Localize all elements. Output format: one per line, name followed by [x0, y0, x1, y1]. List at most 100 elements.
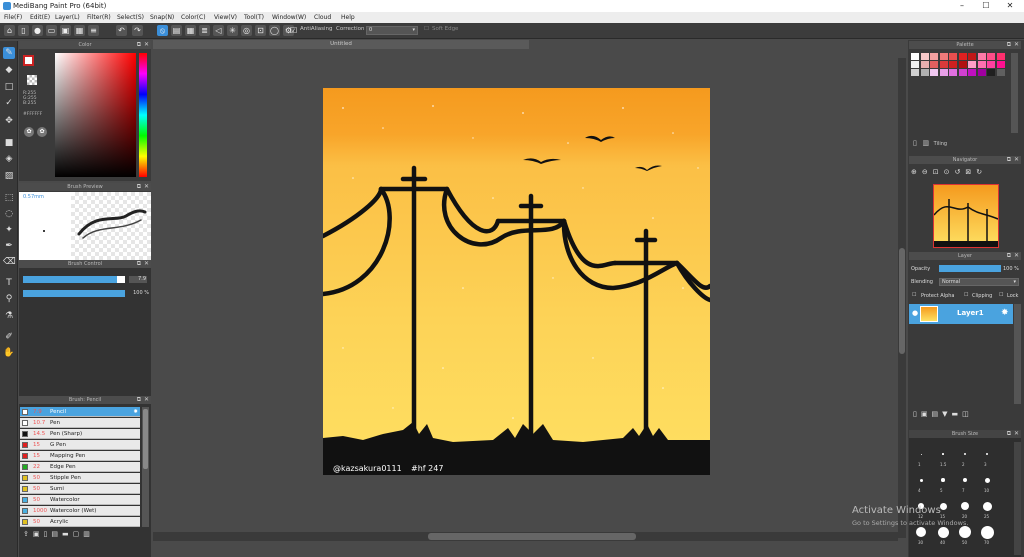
menu-color[interactable]: Color(C) — [181, 12, 206, 23]
clipping-checkbox[interactable]: ☐ — [964, 292, 968, 298]
protect-alpha-checkbox[interactable]: ☐ — [912, 292, 916, 298]
menu-edit[interactable]: Edit(E) — [30, 12, 50, 23]
grid-snap-icon[interactable]: ▦ — [185, 25, 196, 36]
palette-swatch[interactable] — [968, 61, 976, 68]
select-tool-icon[interactable]: ⬚ — [3, 192, 15, 204]
brush-size-dot[interactable] — [963, 478, 967, 482]
palette-swatch[interactable] — [968, 53, 976, 60]
palette-swatch[interactable] — [930, 53, 938, 60]
lasso-tool-icon[interactable]: ◌ — [3, 208, 15, 220]
antialias-checkbox[interactable]: ☑ — [290, 25, 297, 36]
menu-filter[interactable]: Filter(R) — [87, 12, 111, 23]
menu-snap[interactable]: Snap(N) — [150, 12, 174, 23]
palette-swatch[interactable] — [939, 61, 948, 68]
palette-swatch[interactable] — [939, 69, 948, 76]
bucket-tool-icon[interactable]: ◈ — [3, 153, 15, 165]
brush-size-dot[interactable] — [916, 527, 926, 537]
layer-row[interactable]: ● Layer1 ✸ — [909, 304, 1013, 324]
duplicate-layer-icon[interactable]: ▤ — [931, 410, 942, 418]
brush-list-scrollbar[interactable] — [142, 407, 149, 527]
palette-swatch[interactable] — [968, 69, 976, 76]
hue-slider[interactable] — [139, 53, 147, 177]
panel-close-icon[interactable]: ✕ — [1014, 430, 1019, 438]
brush-item[interactable]: 1000 Watercolor (Wet) — [20, 506, 140, 516]
actual-size-icon[interactable]: ⊙ — [944, 168, 955, 176]
panel-close-icon[interactable]: ✕ — [1014, 252, 1019, 260]
brush-size-value[interactable]: 7.9 — [129, 276, 147, 283]
add-brush-icon[interactable]: ⇪ — [23, 530, 33, 538]
brush-size-scrollbar[interactable] — [1014, 442, 1021, 555]
curve-snap-icon[interactable]: ⊡ — [255, 25, 266, 36]
parallel-snap-icon[interactable]: ▤ — [171, 25, 182, 36]
rotate-right-icon[interactable]: ↻ — [976, 168, 987, 176]
saturation-value-picker[interactable] — [55, 53, 136, 177]
minimize-button[interactable]: – — [952, 0, 972, 12]
panel-float-icon[interactable]: ⧉ — [1007, 430, 1011, 438]
brush-copy-icon[interactable]: ▤ — [51, 530, 62, 538]
palette-swatch[interactable] — [977, 53, 986, 60]
zoom-out-icon[interactable]: ⊖ — [922, 168, 933, 176]
chat-icon[interactable]: ● — [32, 25, 43, 36]
palette-swatches[interactable] — [911, 53, 1009, 85]
brush-size-dot[interactable] — [937, 526, 949, 538]
select-eraser-tool-icon[interactable]: ⌫ — [3, 256, 16, 268]
brush-size-dot[interactable] — [920, 453, 922, 455]
merge-layer-icon[interactable]: ◫ — [962, 410, 973, 418]
blending-select[interactable]: Normal ▾ — [939, 278, 1019, 286]
palette-scrollbar[interactable] — [1011, 53, 1018, 133]
add-halftone-layer-icon[interactable]: ▣ — [921, 410, 932, 418]
panel-float-icon[interactable]: ⧉ — [1007, 156, 1011, 164]
brush-size-dot[interactable] — [982, 501, 992, 511]
eye-icon[interactable]: ● — [912, 309, 918, 317]
fit-icon[interactable]: ⊡ — [933, 168, 944, 176]
dot-tool-icon[interactable]: □ — [3, 81, 15, 93]
brush-size-grid[interactable]: 1 1.5 2 3 4 5 7 10 12 15 20 25 30 40 50 70 — [909, 442, 1013, 555]
palette-swatch[interactable] — [911, 61, 919, 68]
panel-float-icon[interactable]: ⧉ — [137, 260, 141, 268]
brush-size-dot[interactable] — [985, 452, 989, 456]
shape-tool-icon[interactable]: ■ — [3, 137, 15, 149]
palette-swatch[interactable] — [987, 69, 995, 76]
brush-item[interactable]: 15 G Pen — [20, 440, 140, 450]
eraser-tool-icon[interactable]: ◆ — [3, 64, 15, 76]
brush-item[interactable]: 22 Edge Pen — [20, 462, 140, 472]
new-file-icon[interactable]: ▯ — [18, 25, 29, 36]
canvas-tab[interactable]: Untitled — [153, 40, 529, 49]
palette-swatch[interactable] — [930, 61, 938, 68]
gradation-tool-icon[interactable]: ▨ — [3, 170, 15, 182]
palette-swatch[interactable] — [996, 69, 1005, 76]
background-color-swatch[interactable] — [27, 75, 37, 85]
correction-select[interactable]: 0 ▾ — [366, 26, 418, 35]
circle-snap-icon[interactable]: ◎ — [241, 25, 252, 36]
color-wheel-icon[interactable]: ✿ — [24, 127, 34, 137]
menu-icon[interactable]: ≡ — [88, 25, 99, 36]
ellipse-snap-icon[interactable]: ◯ — [269, 25, 280, 36]
home-icon[interactable]: ⌂ — [4, 25, 15, 36]
panel-close-icon[interactable]: ✕ — [144, 41, 149, 49]
menu-view[interactable]: View(V) — [214, 12, 237, 23]
brush-size-dot[interactable] — [961, 502, 969, 510]
dropper-tool-icon[interactable]: ⚗ — [3, 310, 15, 322]
palette-swatch[interactable] — [920, 69, 929, 76]
canvas-vertical-scrollbar[interactable] — [898, 58, 906, 538]
trash-icon[interactable]: ▥ — [83, 530, 94, 538]
panel-float-icon[interactable]: ⧉ — [137, 183, 141, 191]
undo-icon[interactable]: ↶ — [116, 25, 127, 36]
layer-scrollbar[interactable] — [1014, 304, 1021, 404]
brush-size-slider[interactable] — [23, 276, 125, 283]
rotate-left-icon[interactable]: ↺ — [955, 168, 966, 176]
palette-swatch[interactable] — [987, 53, 995, 60]
trash-icon[interactable]: ▥ — [922, 139, 929, 147]
menu-file[interactable]: File(F) — [4, 12, 22, 23]
palette-swatch[interactable] — [977, 61, 986, 68]
brush-tool-icon[interactable]: ✎ — [3, 47, 15, 59]
gear-icon[interactable]: ✸ — [1001, 308, 1009, 318]
palette-swatch[interactable] — [996, 53, 1005, 60]
panel-close-icon[interactable]: ✕ — [1014, 156, 1019, 164]
palette-swatch[interactable] — [920, 53, 929, 60]
check-tool-icon[interactable]: ✓ — [3, 97, 15, 109]
brush-opacity-slider[interactable] — [23, 290, 125, 297]
palette-swatch[interactable] — [911, 69, 919, 76]
select-pen-tool-icon[interactable]: ✒ — [3, 240, 15, 252]
close-button[interactable]: ✕ — [1000, 0, 1020, 12]
